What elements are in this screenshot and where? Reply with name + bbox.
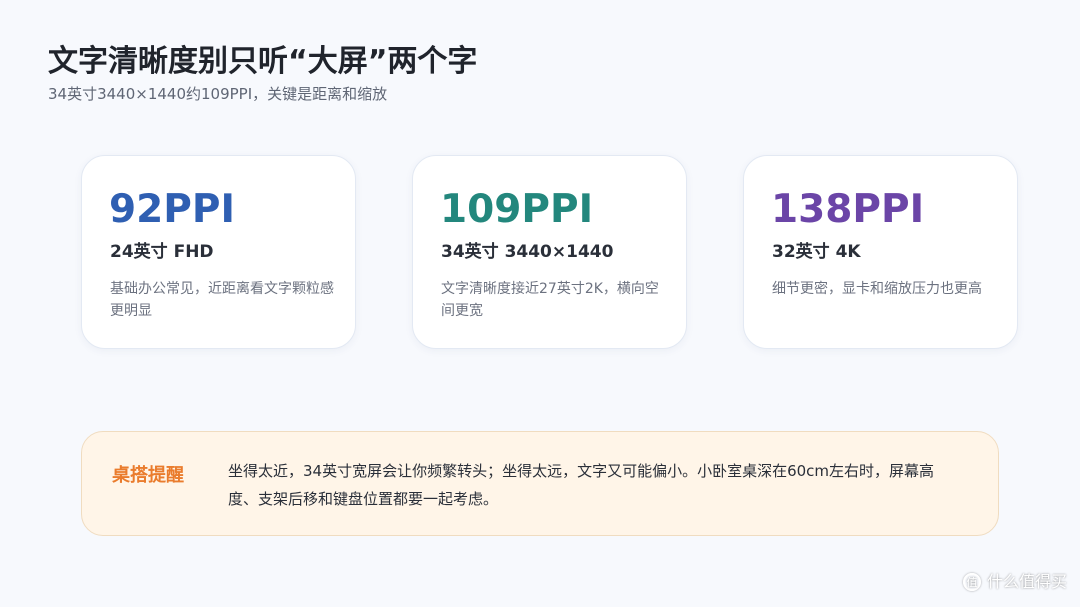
tip-text: 坐得太近，34英寸宽屏会让你频繁转头；坐得太远，文字又可能偏小。小卧室桌深在60…	[228, 462, 935, 508]
ppi-card-32-4k: 138PPI 32英寸 4K 细节更密，显卡和缩放压力也更高	[743, 155, 1018, 349]
ppi-value: 109PPI	[440, 187, 594, 232]
desk-setup-tip: 桌搭提醒 坐得太近，34英寸宽屏会让你频繁转头；坐得太远，文字又可能偏小。小卧室…	[81, 431, 999, 536]
page-subtitle: 34英寸3440×1440约109PPI，关键是距离和缩放	[48, 85, 388, 103]
ppi-card-34-ultrawide: 109PPI 34英寸 3440×1440 文字清晰度接近27英寸2K，横向空间…	[412, 155, 687, 349]
monitor-spec-label: 34英寸 3440×1440	[441, 242, 614, 262]
ppi-card-24-fhd: 92PPI 24英寸 FHD 基础办公常见，近距离看文字颗粒感更明显	[81, 155, 356, 349]
monitor-spec-label: 24英寸 FHD	[110, 242, 214, 262]
site-watermark: 值 什么值得买	[962, 571, 1067, 593]
zhi-logo-icon: 值	[962, 573, 981, 591]
monitor-description: 细节更密，显卡和缩放压力也更高	[772, 281, 982, 297]
watermark-text: 什么值得买	[986, 572, 1067, 591]
monitor-description: 文字清晰度接近27英寸2K，横向空间更宽	[441, 281, 659, 319]
ppi-card-list: 92PPI 24英寸 FHD 基础办公常见，近距离看文字颗粒感更明显 109PP…	[81, 155, 1019, 351]
page-title: 文字清晰度别只听“大屏”两个字	[48, 44, 478, 79]
tip-title: 桌搭提醒	[112, 465, 184, 486]
monitor-description: 基础办公常见，近距离看文字颗粒感更明显	[110, 281, 334, 319]
ppi-value: 138PPI	[771, 187, 925, 232]
slide-page: 文字清晰度别只听“大屏”两个字 34英寸3440×1440约109PPI，关键是…	[0, 0, 1080, 607]
monitor-spec-label: 32英寸 4K	[772, 242, 861, 262]
ppi-value: 92PPI	[109, 187, 235, 232]
